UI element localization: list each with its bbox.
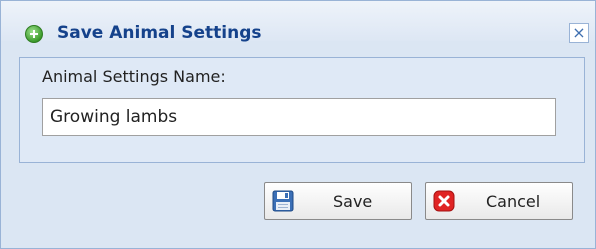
close-button[interactable]: × <box>569 23 589 43</box>
save-button-label: Save <box>333 192 373 211</box>
animal-settings-name-label: Animal Settings Name: <box>42 67 226 86</box>
floppy-disk-icon <box>272 190 294 212</box>
dialog-title: Save Animal Settings <box>57 23 262 43</box>
animal-settings-name-input[interactable] <box>42 98 556 136</box>
add-circle-icon <box>25 25 43 43</box>
red-x-icon <box>433 190 455 212</box>
form-panel: Animal Settings Name: <box>19 57 585 163</box>
dialog-titlebar[interactable]: Save Animal Settings × <box>1 1 595 43</box>
save-animal-settings-dialog: Save Animal Settings × Animal Settings N… <box>0 0 596 249</box>
cancel-button-label: Cancel <box>486 192 541 211</box>
cancel-button[interactable]: Cancel <box>425 182 573 220</box>
save-button[interactable]: Save <box>264 182 412 220</box>
close-icon: × <box>572 23 586 42</box>
